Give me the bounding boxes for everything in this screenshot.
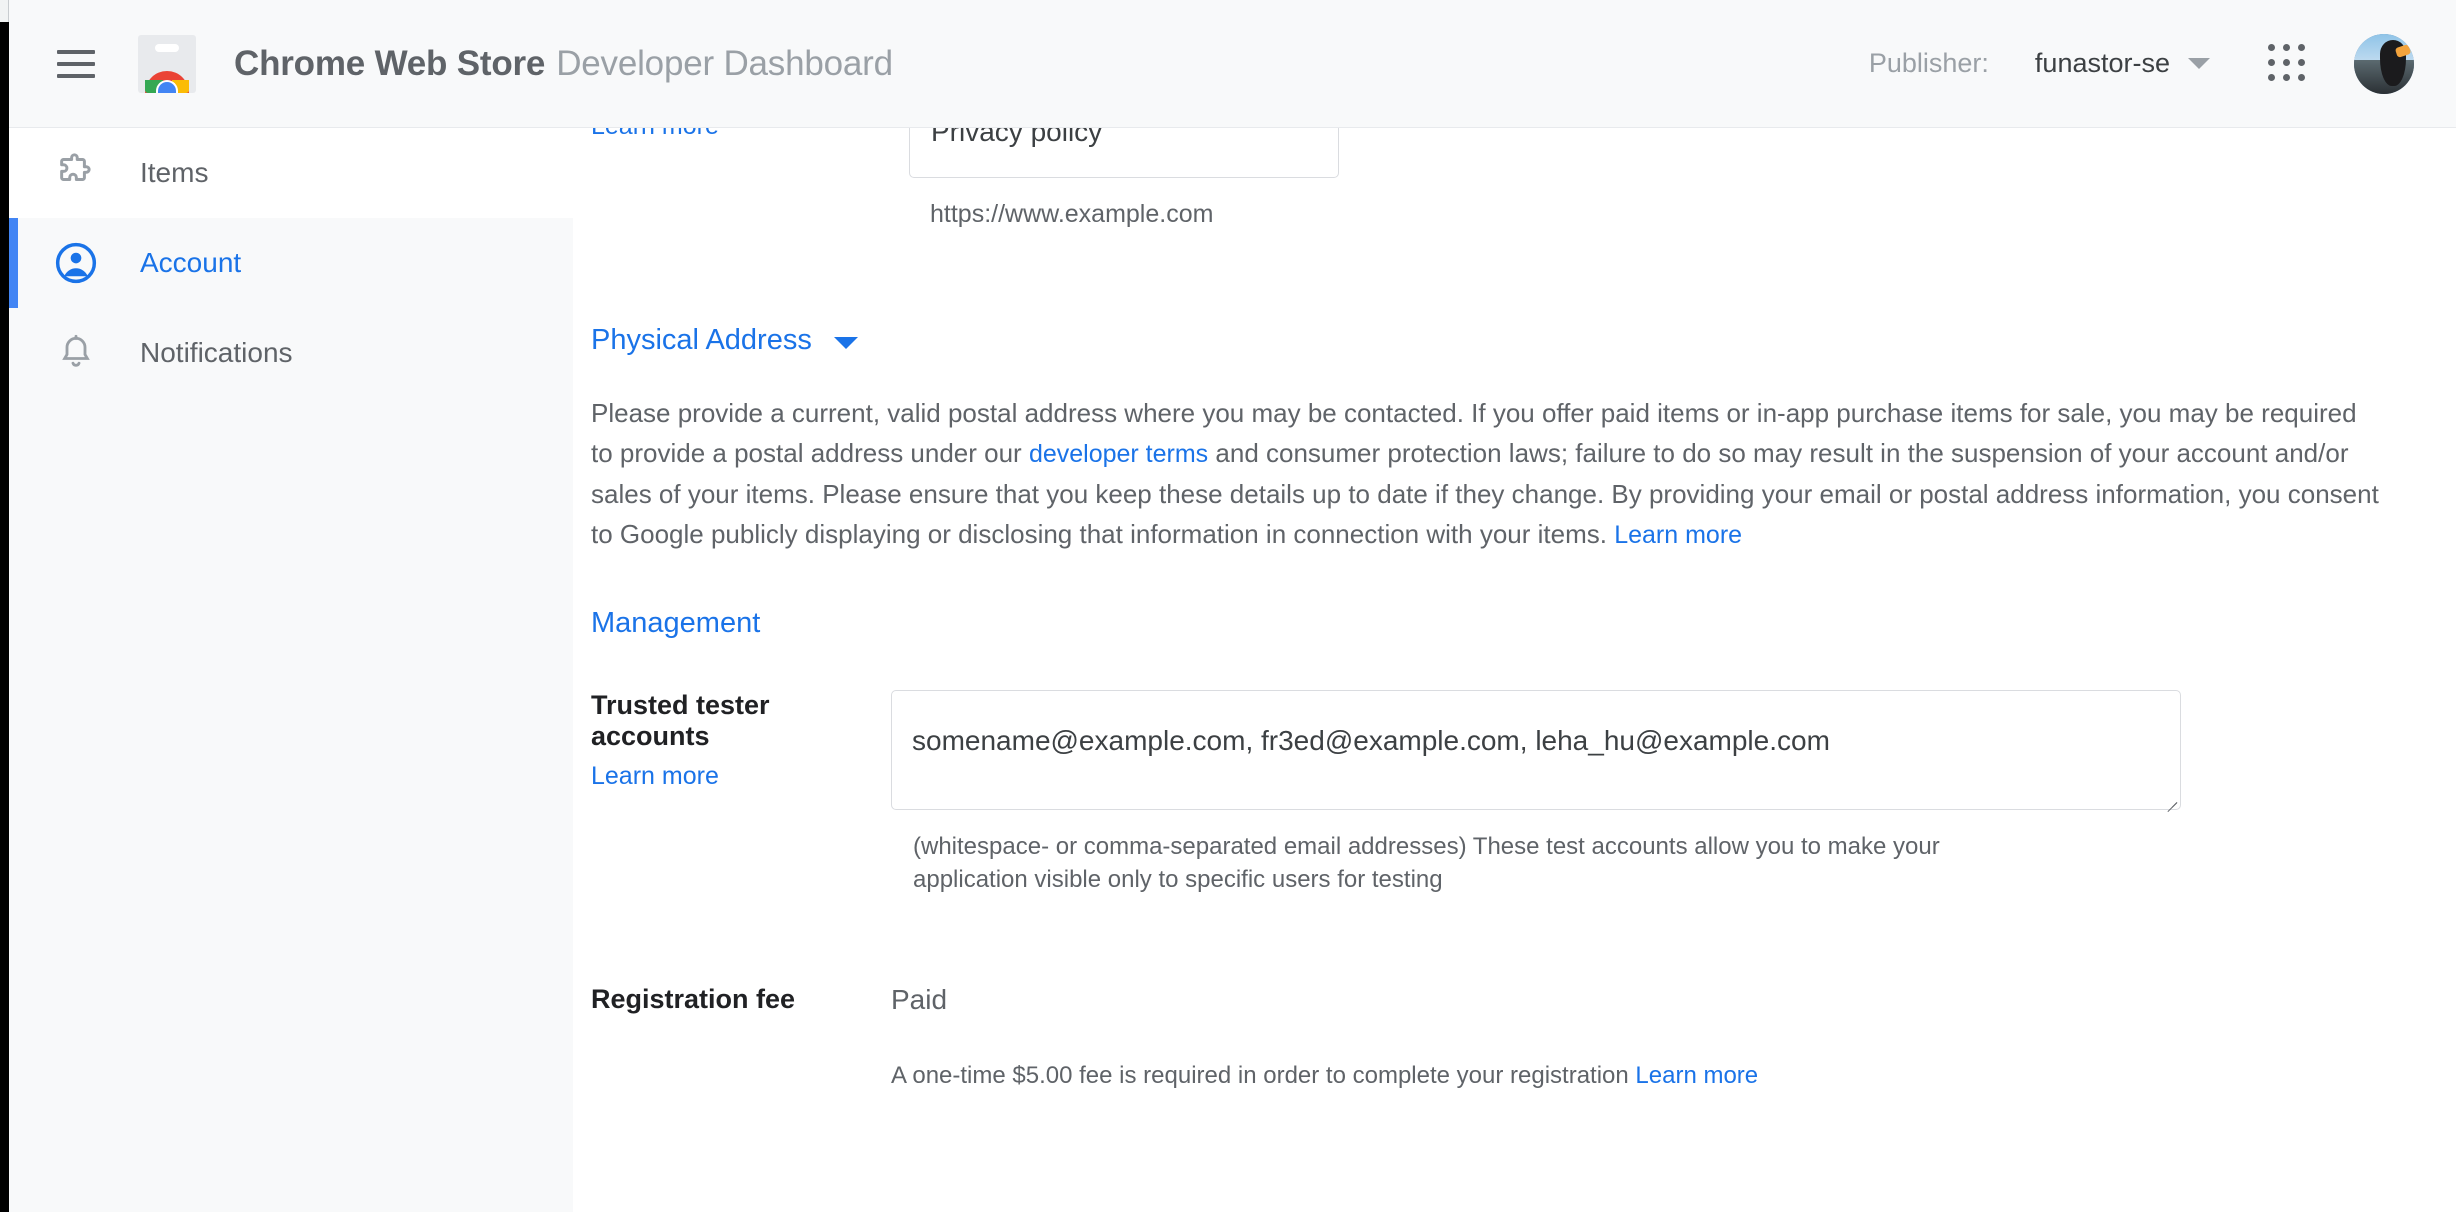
sidebar-item-account[interactable]: Account xyxy=(9,218,573,308)
sidebar-item-notifications[interactable]: Notifications xyxy=(9,308,573,398)
publisher-label: Publisher: xyxy=(1868,48,1989,78)
hamburger-line xyxy=(57,61,95,66)
page-title-subtitle: Developer Dashboard xyxy=(556,43,893,83)
hamburger-line xyxy=(57,73,95,78)
browser-left-edge xyxy=(0,0,9,1212)
management-section: Management xyxy=(573,607,2456,640)
apps-dot xyxy=(2283,43,2290,51)
sidebar-nav: Items Account Notifications xyxy=(9,128,573,1212)
apps-dot xyxy=(2298,58,2305,66)
chrome-web-store-logo[interactable] xyxy=(138,34,196,93)
apps-dot xyxy=(2268,43,2275,51)
trusted-tester-textarea-wrap xyxy=(891,690,2181,813)
physical-address-section: Physical Address Please provide a curren… xyxy=(573,324,2456,555)
trusted-tester-field-col: (whitespace- or comma-separated email ad… xyxy=(891,690,2456,896)
publisher-select[interactable]: funastor-se xyxy=(2035,48,2210,79)
trusted-tester-row: Trusted tester accounts Learn more (whit… xyxy=(573,690,2456,896)
privacy-policy-block: Privacy policy https://www.example.com xyxy=(909,128,1339,229)
puzzle-piece-icon xyxy=(53,150,99,196)
registration-fee-note-text: A one-time $5.00 fee is required in orde… xyxy=(891,1062,1636,1089)
avatar[interactable] xyxy=(2354,33,2414,94)
sidebar-item-label: Account xyxy=(140,247,242,278)
app-root: Chrome Web Store Developer Dashboard Pub… xyxy=(0,0,2456,1212)
apps-dot xyxy=(2268,73,2275,81)
physical-address-learn-more-link[interactable]: Learn more xyxy=(1614,521,1742,549)
registration-fee-field-col: Paid A one-time $5.00 fee is required in… xyxy=(891,984,2456,1090)
chevron-down-icon xyxy=(833,336,858,349)
hamburger-menu-icon[interactable] xyxy=(52,40,100,88)
registration-fee-note: A one-time $5.00 fee is required in orde… xyxy=(891,1062,2456,1090)
registration-fee-value: Paid xyxy=(891,984,948,1015)
bell-icon xyxy=(53,330,99,376)
trusted-tester-learn-more-link[interactable]: Learn more xyxy=(591,762,719,790)
physical-address-paragraph: Please provide a current, valid postal a… xyxy=(591,393,2381,555)
management-heading[interactable]: Management xyxy=(591,607,760,640)
privacy-policy-field[interactable]: Privacy policy xyxy=(909,128,1339,178)
trusted-tester-helper-text: (whitespace- or comma-separated email ad… xyxy=(913,833,1940,893)
apps-dot xyxy=(2298,43,2305,51)
browser-tab-edge xyxy=(0,0,9,22)
chrome-mark-icon xyxy=(145,70,189,93)
main-content: Learn more Privacy policy https://www.ex… xyxy=(573,128,2456,1212)
app-header: Chrome Web Store Developer Dashboard Pub… xyxy=(0,0,2456,128)
privacy-policy-value: Privacy policy xyxy=(931,128,1103,147)
management-heading-label: Management xyxy=(591,607,761,639)
sidebar-item-label: Notifications xyxy=(140,337,293,368)
trusted-tester-label: Trusted tester accounts xyxy=(591,690,770,751)
physical-address-heading-label: Physical Address xyxy=(591,324,812,356)
header-right-controls: Publisher: funastor-se xyxy=(1868,33,2456,94)
trusted-tester-label-col: Trusted tester accounts Learn more xyxy=(573,690,891,791)
registration-fee-row: Registration fee Paid A one-time $5.00 f… xyxy=(573,984,2456,1090)
account-circle-icon xyxy=(53,240,99,286)
privacy-learn-more-link[interactable]: Learn more xyxy=(591,128,719,141)
sidebar-item-items[interactable]: Items xyxy=(9,128,573,218)
trusted-tester-input[interactable] xyxy=(891,690,2181,810)
developer-terms-link[interactable]: developer terms xyxy=(1029,440,1208,468)
page-title-brand: Chrome Web Store xyxy=(234,43,546,83)
registration-fee-label-col: Registration fee xyxy=(573,984,891,1015)
chevron-down-icon xyxy=(2188,58,2210,69)
apps-dot xyxy=(2268,58,2275,66)
apps-dot xyxy=(2283,58,2290,66)
registration-fee-learn-more-link[interactable]: Learn more xyxy=(1635,1062,1758,1089)
apps-dot xyxy=(2298,73,2305,81)
physical-address-heading[interactable]: Physical Address xyxy=(591,324,858,357)
sidebar-item-label: Items xyxy=(140,157,209,188)
active-indicator-bar xyxy=(9,218,18,308)
google-apps-grid-icon[interactable] xyxy=(2268,43,2308,84)
hamburger-line xyxy=(57,49,95,54)
apps-dot xyxy=(2283,73,2290,81)
bag-handle-shape xyxy=(155,43,179,52)
publisher-selected-value: funastor-se xyxy=(2034,48,2170,78)
registration-fee-label: Registration fee xyxy=(591,984,796,1014)
privacy-policy-hint: https://www.example.com xyxy=(930,200,1214,228)
page-title: Chrome Web Store Developer Dashboard xyxy=(234,44,893,84)
privacy-policy-row: Learn more Privacy policy https://www.ex… xyxy=(573,128,2456,248)
